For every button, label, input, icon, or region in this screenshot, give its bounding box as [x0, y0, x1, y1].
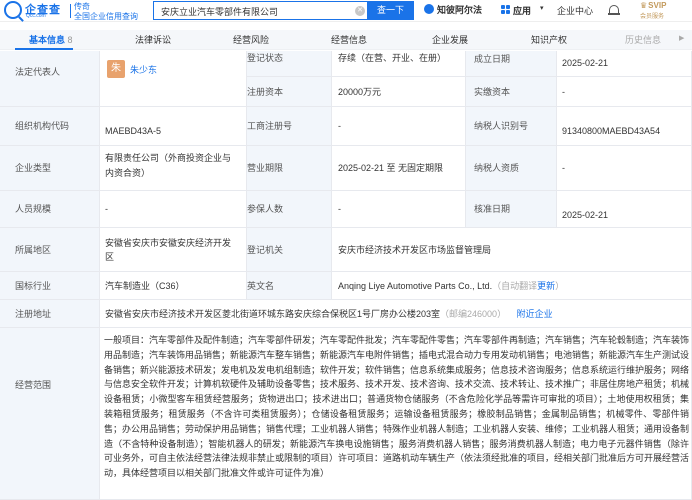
insured-cell: - — [332, 191, 466, 228]
auto-translate-end: ） — [555, 281, 565, 291]
tax-id-cell: 91340800MAEBD43A54 — [557, 107, 692, 146]
tab-development[interactable]: 企业发展 — [432, 33, 468, 46]
reg-capital-cell: 20000万元 — [332, 77, 466, 107]
business-scope-text: 一般项目：汽车零部件及配件制造；汽车零部件研发；汽车零配件批发；汽车零配件零售；… — [104, 335, 690, 479]
search-input[interactable]: 安庆立业汽车零部件有限公司 ✕ — [153, 1, 367, 20]
avatar: 朱 — [107, 60, 125, 78]
tab-history[interactable]: 历史信息 — [625, 33, 661, 46]
reg-authority-cell: 安庆市经济技术开发区市场监督管理局 — [332, 228, 692, 272]
est-date-label-cell: 成立日期 — [466, 51, 557, 77]
search-button[interactable]: 查一下 — [367, 1, 414, 20]
svip-sub-label: 会员服务 — [640, 14, 665, 20]
reg-status-cell: 存续（在营、开业、在册） — [332, 51, 466, 77]
tab-ip[interactable]: 知识产权 — [531, 33, 567, 46]
tab-basic-info[interactable]: 基本信息 8 — [29, 33, 73, 46]
approve-date-label-cell: 核准日期 — [466, 191, 557, 228]
magnifier-logo-icon — [4, 1, 22, 19]
legal-rep-label-cell: 法定代表人 — [0, 51, 100, 107]
staff-size-cell: - — [100, 191, 247, 228]
logo-domain: Qcc.com — [26, 13, 46, 19]
svip-label: SVIP — [640, 1, 666, 10]
org-code-cell: MAEBD43A-5 — [100, 107, 247, 146]
biz-reg-no-label-cell: 工商注册号 — [247, 107, 332, 146]
region-label-cell: 所属地区 — [0, 228, 100, 272]
chevron-down-icon: ▾ — [540, 5, 544, 12]
tax-id-label-cell: 纳税人识别号 — [466, 107, 557, 146]
logo-divider — [70, 4, 71, 18]
zhibi-logo-icon — [424, 4, 434, 14]
svip-badge[interactable]: SVIP 会员服务 — [638, 1, 688, 21]
insured-label-cell: 参保人数 — [247, 191, 332, 228]
nearby-companies-link[interactable]: 附近企业 — [517, 309, 553, 319]
logo-slogan-2: 全国企业信用查询 — [74, 12, 138, 21]
enterprise-center-link[interactable]: 企业中心 — [557, 4, 593, 17]
address-label-cell: 注册地址 — [0, 300, 100, 328]
industry-cell: 汽车制造业（C36） — [100, 272, 247, 300]
english-name: Anqing Liye Automotive Parts Co., Ltd. — [338, 281, 493, 291]
industry-label-cell: 国标行业 — [0, 272, 100, 300]
tab-operation[interactable]: 经营信息 — [331, 33, 367, 46]
bell-icon[interactable] — [608, 4, 620, 16]
tab-risk[interactable]: 经营风险 — [233, 33, 269, 46]
app-grid-icon — [501, 5, 510, 14]
chevron-right-icon[interactable]: ▶ — [679, 34, 684, 42]
postal-code: （邮编246000） — [440, 309, 507, 319]
tab-legal[interactable]: 法律诉讼 — [135, 33, 171, 46]
top-bar: 企查查 Qcc.com 传奇 全国企业信用查询 安庆立业汽车零部件有限公司 ✕ … — [0, 0, 692, 22]
address-cell: 安徽省安庆市经济技术开发区菱北街道环城东路安庆综合保税区1号厂房办公楼203室（… — [100, 300, 692, 328]
biz-term-label-cell: 营业期限 — [247, 146, 332, 191]
address-text: 安徽省安庆市经济技术开发区菱北街道环城东路安庆综合保税区1号厂房办公楼203室 — [105, 309, 441, 319]
company-type-cell: 有限责任公司（外商投资企业与 内资合资） — [100, 146, 247, 191]
zhibi-alpha-link[interactable]: 知彼阿尔法 — [437, 3, 482, 16]
tax-qual-cell: - — [557, 146, 692, 191]
qcc-logo[interactable]: 企查查 Qcc.com 传奇 全国企业信用查询 — [4, 1, 144, 21]
english-name-label-cell: 英文名 — [247, 272, 332, 300]
reg-authority-label-cell: 登记机关 — [247, 228, 332, 272]
scope-label-cell: 经营范围 — [0, 328, 100, 500]
active-tab-indicator — [15, 48, 73, 50]
clear-icon[interactable]: ✕ — [355, 6, 365, 16]
auto-translate-note: （自动翻译 — [492, 281, 538, 291]
app-menu[interactable]: 应用 — [513, 4, 531, 17]
section-tabs: 基本信息 8 法律诉讼 经营风险 经营信息 企业发展 知识产权 历史信息 — [0, 30, 692, 50]
biz-term-cell: 2025-02-21 至 无固定期限 — [332, 146, 466, 191]
reg-status-label-cell: 登记状态 — [247, 51, 332, 77]
approve-date-cell: 2025-02-21 — [557, 191, 692, 228]
search-input-value: 安庆立业汽车零部件有限公司 — [161, 7, 279, 17]
update-translation-link[interactable]: 更新 — [537, 281, 555, 291]
english-name-cell: Anqing Liye Automotive Parts Co., Ltd.（自… — [332, 272, 692, 300]
reg-capital-label-cell: 注册资本 — [247, 77, 332, 107]
legal-rep-cell: 朱 朱少东 — [100, 51, 247, 107]
region-cell: 安徽省安庆市安徽安庆经济开发 区 — [100, 228, 247, 272]
paid-capital-cell: - — [557, 77, 692, 107]
est-date-cell: 2025-02-21 — [557, 51, 692, 77]
tax-qual-label-cell: 纳税人资质 — [466, 146, 557, 191]
biz-reg-no-cell: - — [332, 107, 466, 146]
company-type-label-cell: 企业类型 — [0, 146, 100, 191]
org-code-label-cell: 组织机构代码 — [0, 107, 100, 146]
staff-size-label-cell: 人员规模 — [0, 191, 100, 228]
legal-rep-name-link[interactable]: 朱少东 — [130, 63, 157, 77]
paid-capital-label-cell: 实缴资本 — [466, 77, 557, 107]
